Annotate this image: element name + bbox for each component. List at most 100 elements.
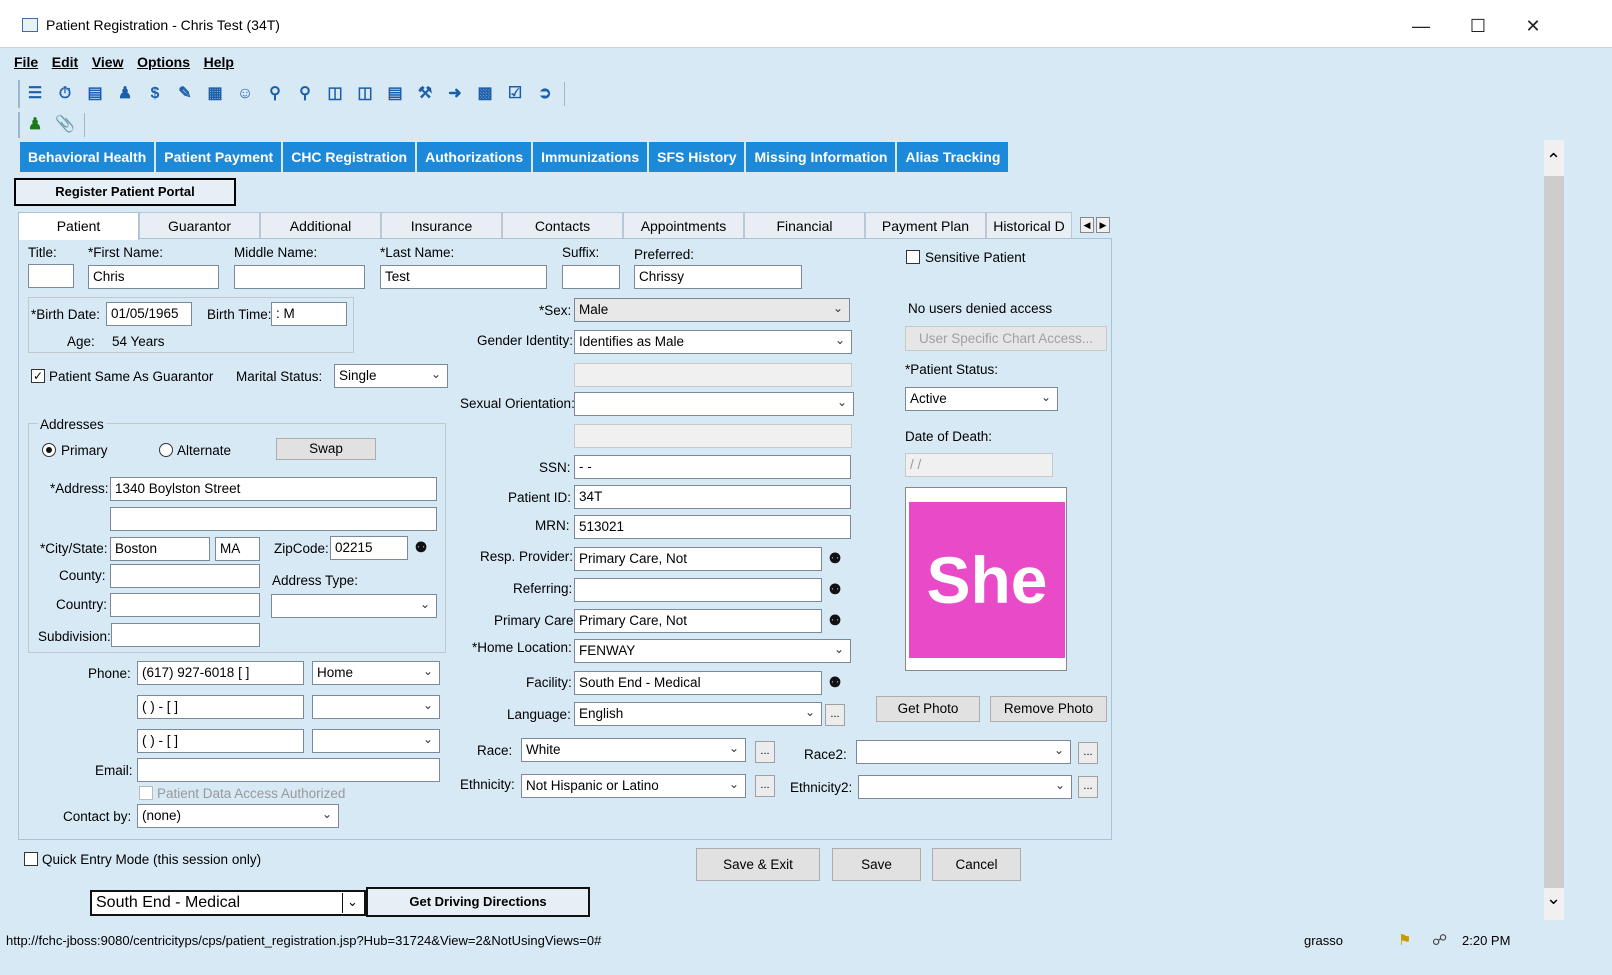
phone3-field[interactable]: ( ) - [ ] xyxy=(137,729,304,753)
state-field[interactable]: MA xyxy=(215,537,260,561)
race2-select[interactable]: ⌄ xyxy=(856,740,1071,764)
tab-insurance[interactable]: Insurance xyxy=(381,212,502,238)
tab-payment-plan[interactable]: Payment Plan xyxy=(865,212,986,238)
sex-select[interactable]: Male ⌄ xyxy=(574,298,850,322)
marital-status-select[interactable]: Single ⌄ xyxy=(334,364,448,388)
tab-right-arrow-icon[interactable]: ▶ xyxy=(1096,217,1110,233)
nav-tab-chc-registration[interactable]: CHC Registration xyxy=(283,142,418,172)
facility-field[interactable]: South End - Medical xyxy=(574,671,822,695)
zipcode-field[interactable]: 02215 xyxy=(330,536,408,560)
mrn-field[interactable]: 513021 xyxy=(574,515,851,539)
close-icon[interactable]: ✕ xyxy=(1510,10,1556,42)
ethnicity2-more-button[interactable]: ... xyxy=(1078,776,1098,798)
nav-tab-sfs-history[interactable]: SFS History xyxy=(649,142,747,172)
binoculars-icon[interactable]: ⚉ xyxy=(823,609,847,633)
scroll-down-icon[interactable]: ⌄ xyxy=(1546,888,1561,909)
list-icon[interactable]: ☰ xyxy=(24,83,46,105)
gender-identity-select[interactable]: Identifies as Male ⌄ xyxy=(574,330,852,354)
register-portal-button[interactable]: Register Patient Portal xyxy=(14,178,236,206)
city-field[interactable]: Boston xyxy=(110,537,210,561)
get-photo-button[interactable]: Get Photo xyxy=(876,696,980,722)
sexual-orientation-select[interactable]: ⌄ xyxy=(574,392,854,416)
tab-guarantor[interactable]: Guarantor xyxy=(139,212,260,238)
subdivision-field[interactable] xyxy=(111,623,260,647)
race-select[interactable]: White ⌄ xyxy=(521,738,746,762)
race2-more-button[interactable]: ... xyxy=(1078,742,1098,764)
wrench-icon[interactable]: ⚒ xyxy=(414,83,436,105)
swap-button[interactable]: Swap xyxy=(276,438,376,460)
folder-icon[interactable]: ◫ xyxy=(324,83,346,105)
phone1-field[interactable]: (617) 927-6018 [ ] xyxy=(137,661,304,685)
suffix-field[interactable] xyxy=(562,265,620,289)
form-icon[interactable]: ▤ xyxy=(84,83,106,105)
patient-status-select[interactable]: Active ⌄ xyxy=(905,387,1058,411)
tab-appointments[interactable]: Appointments xyxy=(623,212,744,238)
document-icon[interactable]: ▤ xyxy=(384,83,406,105)
chart-money-icon[interactable]: ▩ xyxy=(474,83,496,105)
minimize-icon[interactable]: — xyxy=(1398,10,1444,42)
tab-left-arrow-icon[interactable]: ◀ xyxy=(1080,217,1094,233)
exit-icon[interactable]: ➲ xyxy=(534,83,556,105)
birth-date-field[interactable]: 01/05/1965 xyxy=(106,302,192,326)
menu-view[interactable]: View xyxy=(92,54,124,70)
clock-icon[interactable]: ⏱ xyxy=(54,83,76,105)
ssn-field[interactable]: - - xyxy=(574,455,851,479)
phone2-field[interactable]: ( ) - [ ] xyxy=(137,695,304,719)
phone1-type-select[interactable]: Home ⌄ xyxy=(312,661,440,685)
sensitive-patient-checkbox[interactable] xyxy=(906,250,920,264)
ethnicity-more-button[interactable]: ... xyxy=(755,775,775,797)
binoculars-icon[interactable]: ⚉ xyxy=(823,578,847,602)
chart-access-button[interactable]: User Specific Chart Access... xyxy=(905,326,1107,351)
country-field[interactable] xyxy=(110,593,260,617)
address-type-select[interactable]: ⌄ xyxy=(271,594,437,618)
first-name-field[interactable]: Chris xyxy=(88,265,219,289)
calculator-icon[interactable]: ▦ xyxy=(204,83,226,105)
quick-entry-checkbox[interactable] xyxy=(24,852,38,866)
contact-by-select[interactable]: (none) ⌄ xyxy=(137,804,339,828)
ethnicity2-select[interactable]: ⌄ xyxy=(858,775,1072,799)
county-field[interactable] xyxy=(110,564,260,588)
dollar-icon[interactable]: $ xyxy=(144,83,166,105)
cancel-button[interactable]: Cancel xyxy=(932,848,1021,881)
last-name-field[interactable]: Test xyxy=(380,265,547,289)
tab-patient[interactable]: Patient xyxy=(18,212,139,240)
ethnicity-select[interactable]: Not Hispanic or Latino ⌄ xyxy=(521,774,746,798)
binoculars-icon[interactable]: ⚉ xyxy=(823,671,847,695)
middle-name-field[interactable] xyxy=(234,265,365,289)
nav-tab-immunizations[interactable]: Immunizations xyxy=(533,142,650,172)
transfer-icon[interactable]: ➜ xyxy=(444,83,466,105)
birth-time-field[interactable]: : M xyxy=(271,302,347,326)
checklist-icon[interactable]: ☑ xyxy=(504,83,526,105)
user-add-icon[interactable]: ♟ xyxy=(24,114,46,136)
home-location-select[interactable]: FENWAY ⌄ xyxy=(574,639,851,663)
phone3-type-select[interactable]: ⌄ xyxy=(312,729,440,753)
menu-help[interactable]: Help xyxy=(204,54,234,70)
search-user-icon[interactable]: ⚲ xyxy=(264,83,286,105)
patient-id-field[interactable]: 34T xyxy=(574,485,851,509)
location-select[interactable]: South End - Medical ⌄ xyxy=(90,890,366,916)
alternate-radio[interactable] xyxy=(159,443,173,457)
open-folder-icon[interactable]: ◫ xyxy=(354,83,376,105)
save-button[interactable]: Save xyxy=(832,848,921,881)
remove-photo-button[interactable]: Remove Photo xyxy=(990,696,1107,722)
menu-edit[interactable]: Edit xyxy=(52,54,78,70)
email-field[interactable] xyxy=(137,758,440,782)
search-money-icon[interactable]: ⚲ xyxy=(294,83,316,105)
address-line1-field[interactable]: 1340 Boylston Street xyxy=(110,477,437,501)
referring-field[interactable] xyxy=(574,578,822,602)
menu-file[interactable]: File xyxy=(14,54,38,70)
people-icon[interactable]: ♟ xyxy=(114,83,136,105)
nav-tab-alias-tracking[interactable]: Alias Tracking xyxy=(897,142,1011,172)
binoculars-icon[interactable]: ⚉ xyxy=(409,536,433,560)
same-as-guarantor-checkbox[interactable]: ✓ xyxy=(31,369,45,383)
nav-tab-behavioral-health[interactable]: Behavioral Health xyxy=(20,142,157,172)
race-more-button[interactable]: ... xyxy=(755,741,775,763)
primary-radio[interactable] xyxy=(42,443,56,457)
paperclip-icon[interactable]: 📎 xyxy=(54,114,76,136)
nav-tab-missing-information[interactable]: Missing Information xyxy=(746,142,898,172)
tab-financial[interactable]: Financial xyxy=(744,212,865,238)
language-select[interactable]: English ⌄ xyxy=(574,702,822,726)
tab-contacts[interactable]: Contacts xyxy=(502,212,623,238)
scrollbar-thumb[interactable] xyxy=(1544,176,1564,888)
nav-tab-authorizations[interactable]: Authorizations xyxy=(417,142,534,172)
